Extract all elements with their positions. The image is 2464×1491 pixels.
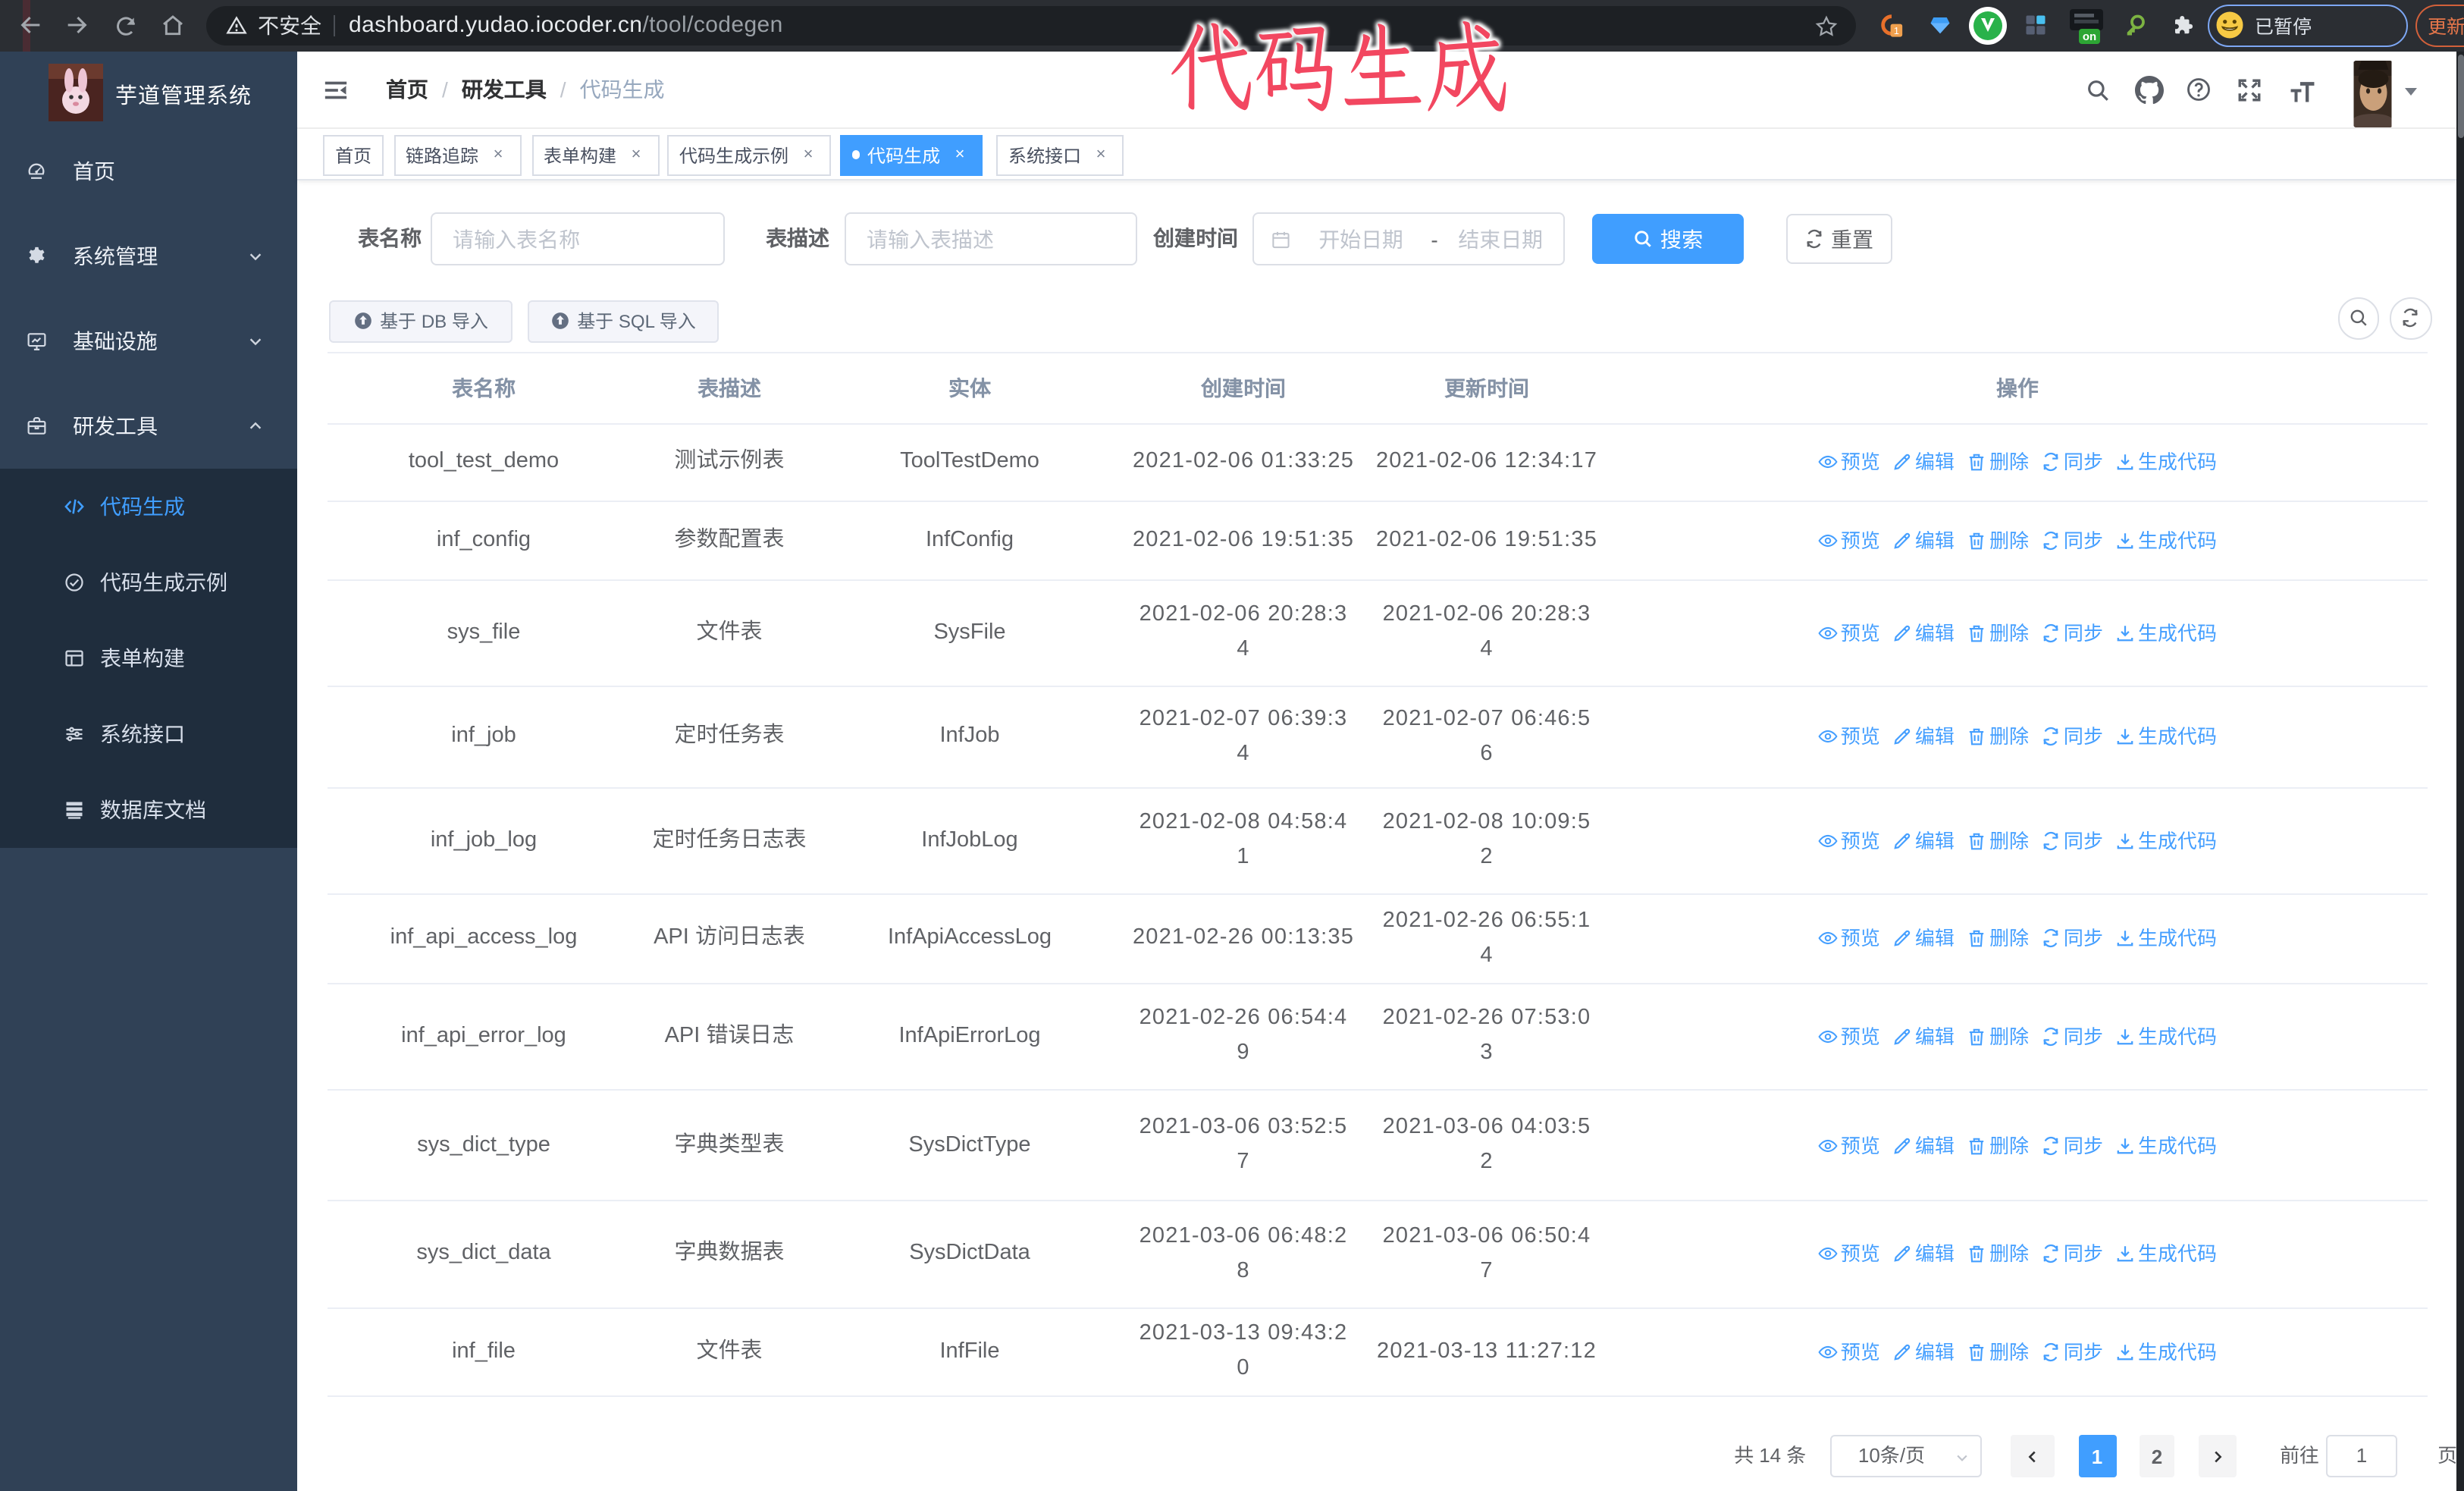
svg-text:1: 1 [1893, 26, 1898, 37]
svg-text:on: on [2083, 30, 2096, 43]
